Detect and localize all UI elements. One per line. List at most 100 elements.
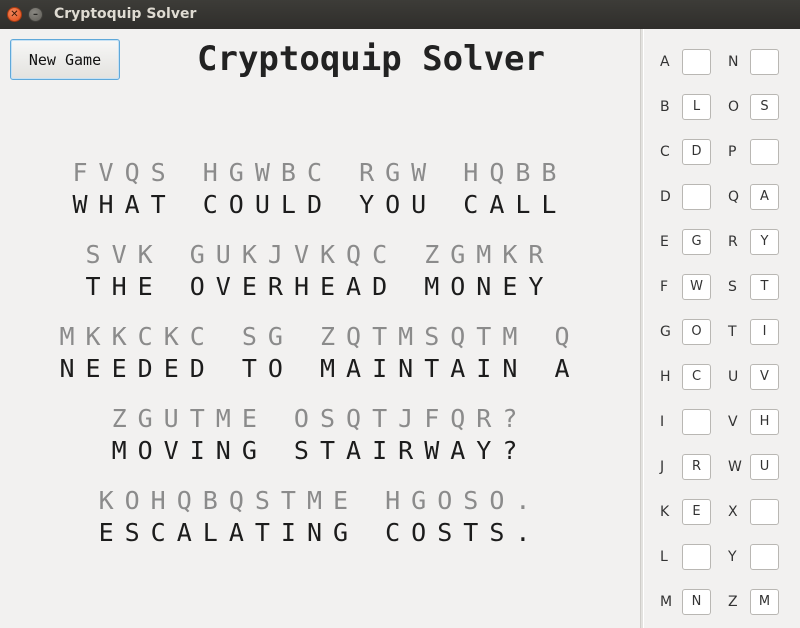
key-letter: M	[660, 594, 673, 610]
key-input-d[interactable]	[682, 184, 711, 210]
key-letter: E	[660, 234, 669, 250]
key-input-x[interactable]	[750, 499, 779, 525]
cipher-text: MKKCKC SG ZQTMSQTM Q	[59, 322, 581, 351]
key-entry-x: X	[728, 499, 798, 544]
key-input-z[interactable]: M	[750, 589, 779, 615]
key-input-r[interactable]: Y	[750, 229, 779, 255]
key-letter: P	[728, 144, 737, 160]
key-input-w[interactable]: U	[750, 454, 779, 480]
key-entry-m: MN	[660, 589, 730, 628]
key-input-f[interactable]: W	[682, 274, 711, 300]
key-letter: N	[728, 54, 739, 70]
key-input-e[interactable]: G	[682, 229, 711, 255]
key-letter: R	[728, 234, 738, 250]
plain-text: MOVING STAIRWAY?	[111, 436, 529, 465]
key-input-y[interactable]	[750, 544, 779, 570]
key-input-u[interactable]: V	[750, 364, 779, 390]
puzzle-line: KOHQBQSTME HGOSO. ESCALATING COSTS.	[0, 485, 640, 549]
key-entry-f: FW	[660, 274, 730, 319]
puzzle-area: FVQS HGWBC RGW HQBB WHAT COULD YOU CALL …	[0, 157, 640, 567]
panel-divider[interactable]	[640, 29, 644, 628]
key-entry-k: KE	[660, 499, 730, 544]
key-input-m[interactable]: N	[682, 589, 711, 615]
key-letter: C	[660, 144, 670, 160]
key-input-c[interactable]: D	[682, 139, 711, 165]
key-entry-z: ZM	[728, 589, 798, 628]
cipher-text: KOHQBQSTME HGOSO.	[98, 486, 542, 515]
key-input-g[interactable]: O	[682, 319, 711, 345]
key-input-n[interactable]	[750, 49, 779, 75]
key-letter: F	[660, 279, 669, 295]
plain-text: NEEDED TO MAINTAIN A	[59, 354, 581, 383]
key-entry-s: ST	[728, 274, 798, 319]
key-letter: L	[660, 549, 668, 565]
puzzle-line: FVQS HGWBC RGW HQBB WHAT COULD YOU CALL	[0, 157, 640, 221]
plain-text: ESCALATING COSTS.	[98, 518, 542, 547]
close-icon: ✕	[10, 9, 19, 20]
key-letter: Y	[728, 549, 737, 565]
key-input-v[interactable]: H	[750, 409, 779, 435]
key-entry-y: Y	[728, 544, 798, 589]
cipher-text: FVQS HGWBC RGW HQBB	[72, 158, 568, 187]
app-content: New Game Cryptoquip Solver FVQS HGWBC RG…	[0, 29, 800, 628]
key-column-right: N OS P QA RY ST TI UV VH WU X Y ZM	[728, 49, 798, 628]
cipher-text: SVK GUKJVKQC ZGMKR	[85, 240, 555, 269]
key-entry-h: HC	[660, 364, 730, 409]
key-input-j[interactable]: R	[682, 454, 711, 480]
key-entry-l: L	[660, 544, 730, 589]
key-input-p[interactable]	[750, 139, 779, 165]
key-entry-n: N	[728, 49, 798, 94]
key-input-o[interactable]: S	[750, 94, 779, 120]
puzzle-line: SVK GUKJVKQC ZGMKR THE OVERHEAD MONEY	[0, 239, 640, 303]
key-input-s[interactable]: T	[750, 274, 779, 300]
key-letter: Z	[728, 594, 738, 610]
key-letter: A	[660, 54, 670, 70]
key-letter: B	[660, 99, 670, 115]
key-entry-q: QA	[728, 184, 798, 229]
key-entry-b: BL	[660, 94, 730, 139]
puzzle-line: MKKCKC SG ZQTMSQTM Q NEEDED TO MAINTAIN …	[0, 321, 640, 385]
key-letter: X	[728, 504, 738, 520]
key-entry-e: EG	[660, 229, 730, 274]
key-input-b[interactable]: L	[682, 94, 711, 120]
key-letter: U	[728, 369, 739, 385]
close-button[interactable]: ✕	[7, 7, 22, 22]
window-title: Cryptoquip Solver	[54, 6, 197, 22]
key-letter: Q	[728, 189, 740, 205]
key-letter: K	[660, 504, 670, 520]
key-letter: J	[660, 459, 665, 475]
key-letter: V	[728, 414, 738, 430]
key-entry-c: CD	[660, 139, 730, 184]
key-entry-i: I	[660, 409, 730, 454]
key-letter: W	[728, 459, 742, 475]
key-input-t[interactable]: I	[750, 319, 779, 345]
key-input-i[interactable]	[682, 409, 711, 435]
key-letter: S	[728, 279, 737, 295]
minimize-button[interactable]: –	[28, 7, 43, 22]
puzzle-line: ZGUTME OSQTJFQR? MOVING STAIRWAY?	[0, 403, 640, 467]
key-input-l[interactable]	[682, 544, 711, 570]
key-letter: O	[728, 99, 740, 115]
plain-text: WHAT COULD YOU CALL	[72, 190, 568, 219]
key-input-a[interactable]	[682, 49, 711, 75]
cipher-text: ZGUTME OSQTJFQR?	[111, 404, 529, 433]
key-entry-r: RY	[728, 229, 798, 274]
plain-text: THE OVERHEAD MONEY	[85, 272, 555, 301]
key-letter: T	[728, 324, 737, 340]
key-entry-o: OS	[728, 94, 798, 139]
key-letter: H	[660, 369, 671, 385]
key-entry-j: JR	[660, 454, 730, 499]
key-entry-t: TI	[728, 319, 798, 364]
minimize-icon: –	[33, 9, 38, 20]
key-input-k[interactable]: E	[682, 499, 711, 525]
key-entry-v: VH	[728, 409, 798, 454]
key-entry-p: P	[728, 139, 798, 184]
key-letter: I	[660, 414, 665, 430]
key-entry-w: WU	[728, 454, 798, 499]
key-input-q[interactable]: A	[750, 184, 779, 210]
key-letter: G	[660, 324, 671, 340]
key-input-h[interactable]: C	[682, 364, 711, 390]
new-game-button[interactable]: New Game	[10, 39, 120, 80]
key-entry-a: A	[660, 49, 730, 94]
title-bar: ✕ – Cryptoquip Solver	[0, 0, 800, 29]
